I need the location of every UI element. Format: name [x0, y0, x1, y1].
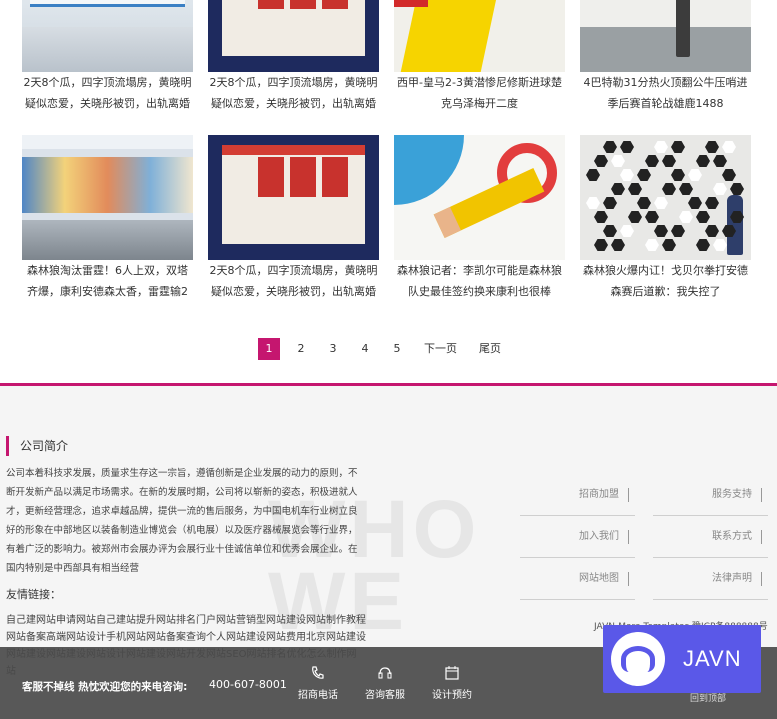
page-link-1[interactable]: 1	[258, 338, 280, 360]
hexagon-tile	[620, 169, 634, 181]
article-thumbnail[interactable]	[394, 135, 565, 260]
footer-link-legal[interactable]: 法律声明	[653, 562, 768, 600]
hexagon-tile	[722, 169, 736, 181]
article-card[interactable]: 4巴特勒31分热火顶翻公牛压哨进季后赛首轮战雄鹿1488	[580, 0, 751, 114]
hexagon-tile	[662, 155, 676, 167]
hexagon-tile	[620, 225, 634, 237]
article-title[interactable]: 4巴特勒31分热火顶翻公牛压哨进季后赛首轮战雄鹿1488	[580, 72, 751, 114]
article-thumbnail[interactable]	[22, 0, 193, 72]
hexagon-tile	[662, 183, 676, 195]
hexagon-tile	[705, 225, 719, 237]
hexagon-tile	[628, 183, 642, 195]
article-card[interactable]: IMPAHU 西甲-皇马2-3黄潜惨尼修斯进球楚克乌泽梅开二度	[394, 0, 565, 114]
last-page-link[interactable]: 尾页	[479, 338, 501, 360]
hexagon-tile	[671, 225, 685, 237]
next-page-link[interactable]: 下一页	[424, 338, 457, 360]
hexagon-tile	[688, 169, 702, 181]
design-appointment-button[interactable]: 设计预约	[422, 665, 482, 701]
javn-watermark-badge: JAVN	[603, 625, 761, 693]
hexagon-tile	[713, 239, 727, 251]
hexagon-tile	[594, 211, 608, 223]
hexagon-tile	[603, 141, 617, 153]
page-link-3[interactable]: 3	[322, 338, 344, 360]
hexagon-tile	[611, 183, 625, 195]
hexagon-tile	[628, 211, 642, 223]
article-title[interactable]: 森林狼淘汰雷霆！6人上双，双塔齐爆，康利安德森太香，雷霆输2点	[22, 260, 193, 302]
hexagon-tile	[722, 141, 736, 153]
hexagon-tile	[645, 239, 659, 251]
hexagon-tile	[696, 155, 710, 167]
article-thumbnail[interactable]	[208, 135, 379, 260]
hexagon-tile	[603, 197, 617, 209]
hexagon-tile	[611, 239, 625, 251]
footer-link-sitemap[interactable]: 网站地图	[520, 562, 635, 600]
hexagon-tile	[679, 183, 693, 195]
hexagon-tile	[696, 211, 710, 223]
article-thumbnail[interactable]	[22, 135, 193, 260]
footer-link-contact[interactable]: 联系方式	[653, 520, 768, 558]
hexagon-tile	[637, 169, 651, 181]
page-link-4[interactable]: 4	[354, 338, 376, 360]
article-thumbnail[interactable]	[208, 0, 379, 72]
page-link-2[interactable]: 2	[290, 338, 312, 360]
hexagon-tile	[620, 141, 634, 153]
customer-service-button[interactable]: 咨询客服	[355, 665, 415, 701]
contact-slogan: 客服不掉线 热忱欢迎您的来电咨询:	[22, 681, 188, 693]
hexagon-tile	[671, 169, 685, 181]
hexagon-tile	[679, 211, 693, 223]
hexagon-tile	[688, 197, 702, 209]
contact-phone-number[interactable]: 400-607-8001	[209, 678, 287, 691]
article-card[interactable]: 2天8个瓜，四字顶流塌房，黄晓明疑似恋爱，关晓彤被罚，出轨离婚	[208, 135, 379, 302]
article-thumbnail[interactable]: IMPAHU	[394, 0, 565, 72]
hexagon-tile	[713, 183, 727, 195]
business-phone-button[interactable]: 招商电话	[288, 665, 348, 701]
article-card[interactable]: 森林狼淘汰雷霆！6人上双，双塔齐爆，康利安德森太香，雷霆输2点	[22, 135, 193, 302]
hexagon-tile	[645, 155, 659, 167]
hexagon-tile	[705, 197, 719, 209]
hexagon-tile	[662, 239, 676, 251]
pagination: 1 2 3 4 5 下一页 尾页	[258, 338, 523, 360]
badge-text: JAVN	[683, 646, 742, 671]
hexagon-tile	[705, 141, 719, 153]
hexagon-tile	[654, 225, 668, 237]
article-title[interactable]: 西甲-皇马2-3黄潜惨尼修斯进球楚克乌泽梅开二度	[394, 72, 565, 114]
headset-icon	[378, 667, 392, 679]
article-thumbnail[interactable]	[580, 135, 751, 260]
hexagon-tile	[594, 155, 608, 167]
article-title[interactable]: 森林狼记者：李凯尔可能是森林狼队史最佳签约换来康利也很棒	[394, 260, 565, 302]
footer-link-join[interactable]: 招商加盟	[520, 478, 635, 516]
phone-icon	[312, 666, 324, 679]
javn-logo-icon	[611, 632, 665, 686]
friend-links-heading: 友情链接：	[6, 588, 61, 601]
article-thumbnail[interactable]	[580, 0, 751, 72]
hexagon-tile	[730, 183, 744, 195]
hexagon-tile	[603, 225, 617, 237]
article-title[interactable]: 2天8个瓜，四字顶流塌房，黄晓明疑似恋爱，关晓彤被罚，出轨离婚	[208, 260, 379, 302]
article-title[interactable]: 2天8个瓜，四字顶流塌房，黄晓明疑似恋爱，关晓彤被罚，出轨离婚	[208, 72, 379, 114]
hexagon-tile	[611, 155, 625, 167]
article-card[interactable]: 2天8个瓜，四字顶流塌房，黄晓明疑似恋爱，关晓彤被罚，出轨离婚	[208, 0, 379, 114]
article-card[interactable]: 森林狼记者：李凯尔可能是森林狼队史最佳签约换来康利也很棒	[394, 135, 565, 302]
footer-link-support[interactable]: 服务支持	[653, 478, 768, 516]
hexagon-tile	[654, 197, 668, 209]
page-link-5[interactable]: 5	[386, 338, 408, 360]
hexagon-tile	[645, 211, 659, 223]
article-card[interactable]: 2天8个瓜，四字顶流塌房，黄晓明疑似恋爱，关晓彤被罚，出轨离婚	[22, 0, 193, 114]
hexagon-tile	[654, 141, 668, 153]
hexagon-tile	[594, 239, 608, 251]
article-title[interactable]: 2天8个瓜，四字顶流塌房，黄晓明疑似恋爱，关晓彤被罚，出轨离婚	[22, 72, 193, 114]
hexagon-tile	[586, 169, 600, 181]
hexagon-tile	[586, 197, 600, 209]
footer-link-careers[interactable]: 加入我们	[520, 520, 635, 558]
article-card[interactable]: 森林狼火爆内讧！戈贝尔拳打安德森赛后道歉：我失控了	[580, 135, 751, 302]
hexagon-tile	[637, 197, 651, 209]
hexagon-tile	[713, 155, 727, 167]
calendar-icon	[445, 666, 459, 680]
hexagon-tile	[671, 141, 685, 153]
company-intro-heading: 公司简介	[6, 436, 68, 456]
hexagon-tile	[696, 239, 710, 251]
article-title[interactable]: 森林狼火爆内讧！戈贝尔拳打安德森赛后道歉：我失控了	[580, 260, 751, 302]
company-intro-text: 公司本着科技求发展，质量求生存这一宗旨，遵循创新是企业发展的动力的原则，不断开发…	[6, 468, 358, 574]
